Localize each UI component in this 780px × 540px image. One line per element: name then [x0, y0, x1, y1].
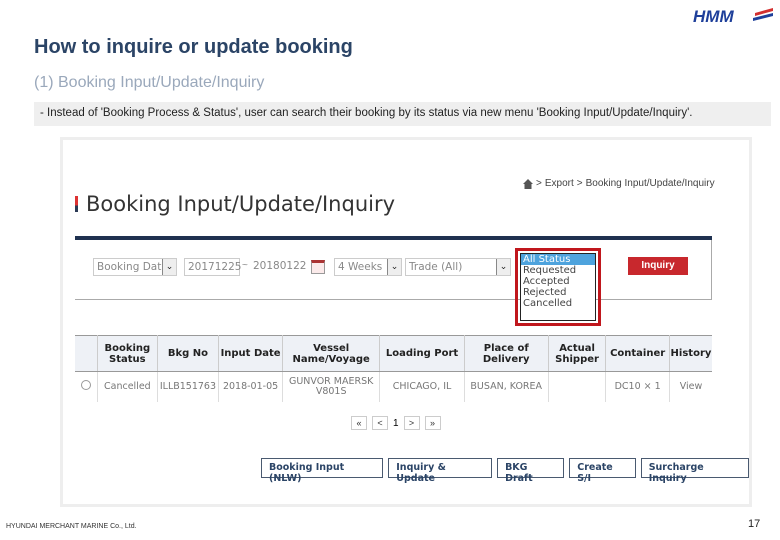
chevron-down-icon[interactable]: ⌄	[387, 259, 401, 275]
chevron-down-icon[interactable]: ⌄	[496, 259, 510, 275]
col-place-of-delivery: Place of Delivery	[464, 335, 549, 372]
bkg-draft-button[interactable]: BKG Draft	[497, 458, 565, 484]
cell-vessel: GUNVOR MAERSK V801S	[282, 371, 381, 402]
page-heading-text: Booking Input/Update/Inquiry	[86, 192, 396, 216]
heading-accent-bar	[75, 196, 78, 212]
cell-container: DC10 × 1	[605, 371, 670, 402]
description-note: - Instead of 'Booking Process & Status',…	[34, 102, 771, 126]
surcharge-inquiry-button[interactable]: Surcharge Inquiry	[640, 458, 749, 484]
date-to-input[interactable]: 20180122	[250, 258, 308, 276]
status-option-cancelled[interactable]: Cancelled	[521, 298, 595, 309]
first-page-button[interactable]: «	[351, 416, 367, 430]
period-value: 4 Weeks	[338, 261, 383, 273]
current-page[interactable]: 1	[393, 418, 399, 429]
chevron-down-icon[interactable]: ⌄	[162, 259, 176, 275]
create-si-button[interactable]: Create S/I	[569, 458, 636, 484]
page-number: 17	[748, 518, 761, 530]
pagination: « < 1 > »	[351, 416, 441, 430]
col-bkg-no: Bkg No	[157, 335, 220, 372]
prev-page-button[interactable]: <	[372, 416, 388, 430]
breadcrumb-separator: >	[576, 178, 583, 189]
col-select	[75, 335, 99, 372]
cell-status: Cancelled	[97, 371, 158, 402]
table-row: Cancelled ILLB151763 2018-01-05 GUNVOR M…	[75, 371, 712, 402]
action-buttons: Booking Input (NLW) Inquiry & Update BKG…	[261, 458, 749, 484]
col-loading-port: Loading Port	[379, 335, 465, 372]
booking-input-button[interactable]: Booking Input (NLW)	[261, 458, 384, 484]
hmm-logo: HMM	[693, 7, 773, 26]
results-table: Booking Status Bkg No Input Date Vessel …	[75, 335, 712, 402]
inquiry-button[interactable]: Inquiry	[628, 257, 688, 275]
col-input-date: Input Date	[218, 335, 283, 372]
page-heading: Booking Input/Update/Inquiry	[75, 192, 395, 216]
slide-subtitle: (1) Booking Input/Update/Inquiry	[34, 74, 265, 91]
cell-bkg-no[interactable]: ILLB151763	[157, 371, 220, 402]
date-type-select[interactable]: Booking Date ⌄	[93, 258, 177, 276]
next-page-button[interactable]: >	[403, 416, 420, 430]
footer-company: HYUNDAI MERCHANT MARINE Co., Ltd.	[6, 523, 137, 530]
status-option-requested[interactable]: Requested	[521, 265, 595, 276]
breadcrumb: > Export > Booking Input/Update/Inquiry	[523, 178, 715, 189]
screenshot-frame: > Export > Booking Input/Update/Inquiry …	[60, 137, 752, 507]
calendar-icon[interactable]	[311, 260, 325, 274]
row-radio[interactable]	[81, 380, 92, 391]
period-select[interactable]: 4 Weeks ⌄	[334, 258, 402, 276]
logo-text: HMM	[693, 7, 734, 26]
date-type-value: Booking Date	[97, 261, 168, 273]
cell-input-date: 2018-01-05	[218, 371, 283, 402]
col-container: Container	[605, 335, 670, 372]
col-history: History	[669, 335, 712, 372]
inquiry-update-button[interactable]: Inquiry & Update	[388, 458, 493, 484]
status-option-accepted[interactable]: Accepted	[521, 276, 595, 287]
row-select[interactable]	[75, 371, 99, 402]
breadcrumb-current: Booking Input/Update/Inquiry	[585, 178, 715, 189]
table-header-row: Booking Status Bkg No Input Date Vessel …	[75, 335, 712, 372]
trade-value: Trade (All)	[409, 261, 463, 273]
date-range-separator: ~	[242, 260, 248, 271]
home-icon[interactable]	[523, 178, 533, 189]
breadcrumb-separator: >	[536, 178, 542, 189]
status-option-rejected[interactable]: Rejected	[521, 287, 595, 298]
col-actual-shipper: Actual Shipper	[548, 335, 607, 372]
col-vessel: Vessel Name/Voyage	[282, 335, 381, 372]
cell-history-view[interactable]: View	[669, 372, 712, 402]
date-from-input[interactable]: 20171225	[184, 258, 242, 276]
voyage: V801S	[315, 385, 347, 397]
trade-select[interactable]: Trade (All) ⌄	[405, 258, 511, 276]
cell-loading-port: CHICAGO, IL	[379, 371, 465, 402]
slide-title: How to inquire or update booking	[34, 36, 353, 58]
status-listbox[interactable]: All Status Requested Accepted Rejected C…	[520, 253, 596, 321]
breadcrumb-export[interactable]: Export	[545, 178, 574, 189]
cell-delivery: BUSAN, KOREA	[464, 371, 549, 402]
last-page-button[interactable]: »	[424, 416, 441, 430]
status-option-all[interactable]: All Status	[521, 254, 595, 265]
col-booking-status: Booking Status	[97, 335, 158, 372]
date-from-value: 20171225	[188, 261, 242, 273]
cell-shipper	[548, 371, 607, 402]
date-to-value: 20180122	[253, 260, 307, 272]
